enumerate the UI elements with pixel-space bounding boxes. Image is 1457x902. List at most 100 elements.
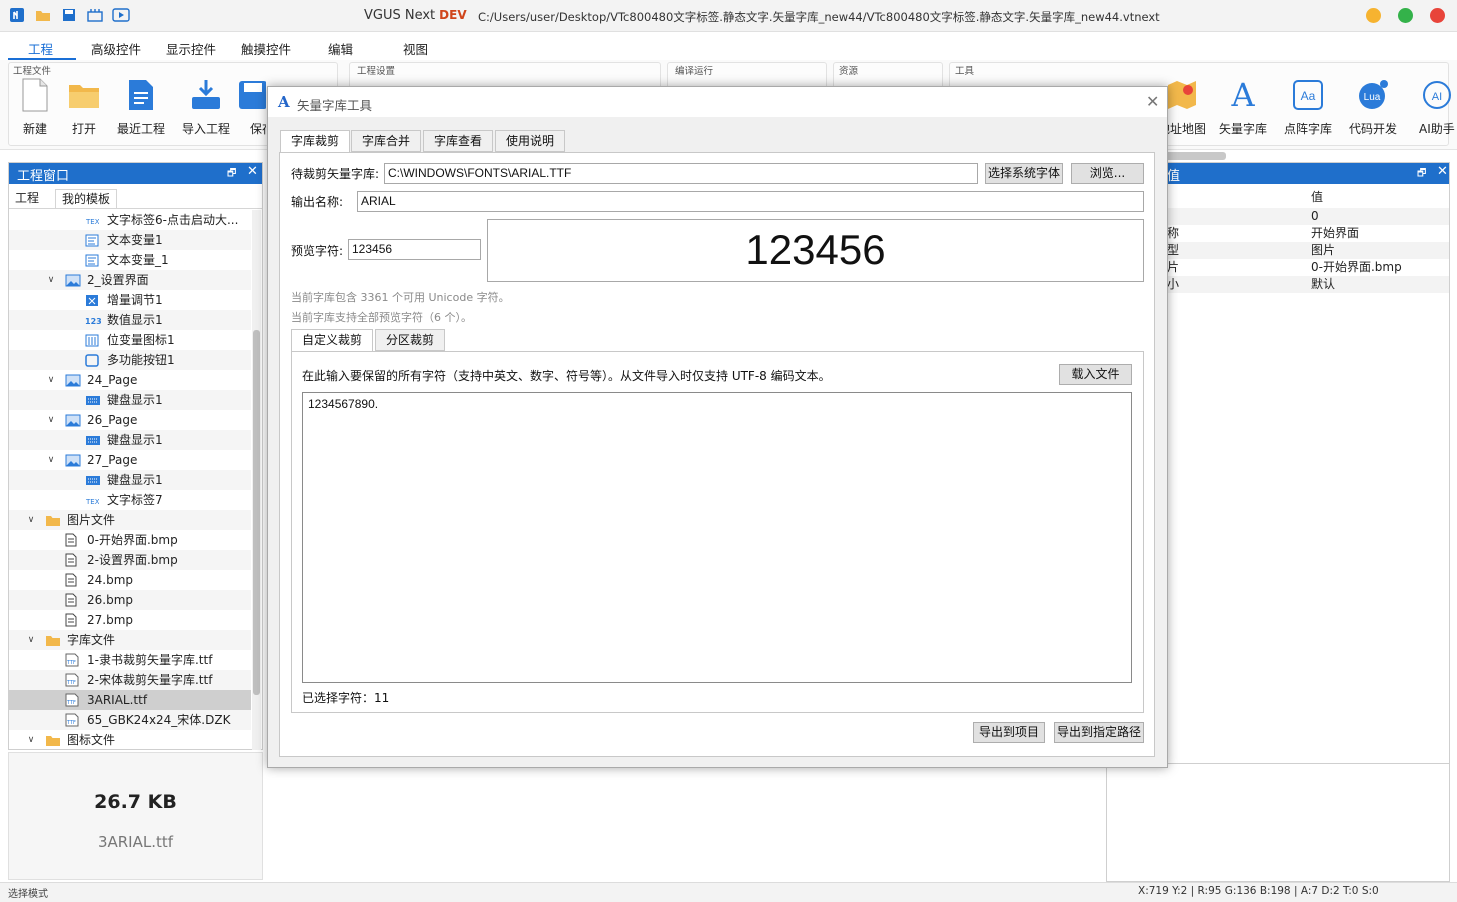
export-to-path-button[interactable]: 导出到指定路径 bbox=[1054, 722, 1144, 743]
tree-item[interactable]: ∨ 图标文件 bbox=[9, 730, 251, 750]
tree-item[interactable]: ∨ 27_Page bbox=[9, 450, 251, 470]
chevron-down-icon[interactable]: ∨ bbox=[45, 270, 57, 290]
load-file-button[interactable]: 载入文件 bbox=[1059, 364, 1132, 385]
dialog-tabs: 字库裁剪 字库合并 字库查看 使用说明 bbox=[280, 130, 580, 153]
tab-font-crop[interactable]: 字库裁剪 bbox=[280, 130, 351, 153]
open-folder-icon[interactable] bbox=[34, 7, 52, 23]
tab-font-merge[interactable]: 字库合并 bbox=[351, 130, 422, 152]
file-name: 3ARIAL.ttf bbox=[97, 833, 174, 851]
tree-item[interactable]: TTF 1-隶书裁剪矢量字库.ttf bbox=[9, 650, 251, 670]
bitmap-font-button[interactable]: Aa 点阵字库 bbox=[1278, 78, 1338, 137]
tree-item-label: 1-隶书裁剪矢量字库.ttf bbox=[87, 653, 213, 667]
tree-item[interactable]: ∨ 26_Page bbox=[9, 410, 251, 430]
panel-close-icon[interactable]: ✕ bbox=[247, 164, 258, 179]
tab-usage[interactable]: 使用说明 bbox=[495, 130, 566, 152]
pin-icon[interactable]: 🗗 bbox=[1417, 166, 1426, 183]
tree-item-label: 键盘显示1 bbox=[107, 473, 163, 487]
property-key: 片 bbox=[1167, 260, 1180, 274]
menu-display-controls[interactable]: 显示控件 bbox=[166, 39, 216, 58]
tree-item[interactable]: TEXT 文字标签7 bbox=[9, 490, 251, 510]
font-file-icon: TTF bbox=[65, 693, 79, 707]
menu-view[interactable]: 视图 bbox=[403, 39, 428, 58]
tree-item[interactable]: TTF 2-宋体裁剪矢量字库.ttf bbox=[9, 670, 251, 690]
bit-icon bbox=[85, 333, 99, 347]
chevron-down-icon[interactable]: ∨ bbox=[25, 730, 37, 750]
tree-scrollbar[interactable] bbox=[252, 210, 261, 750]
new-file-icon bbox=[18, 78, 52, 112]
tree-item[interactable]: 键盘显示1 bbox=[9, 430, 251, 450]
svg-text:TTF: TTF bbox=[66, 700, 76, 706]
chevron-down-icon[interactable]: ∨ bbox=[45, 450, 57, 470]
save-project-button[interactable]: 保存 bbox=[236, 78, 266, 137]
vector-font-button[interactable]: A 矢量字库 bbox=[1213, 78, 1273, 137]
chars-textarea[interactable]: 1234567890. bbox=[302, 392, 1132, 683]
minimize-button[interactable] bbox=[1366, 8, 1381, 23]
open-button[interactable]: 打开 bbox=[54, 78, 114, 137]
export-to-project-button[interactable]: 导出到项目 bbox=[973, 722, 1045, 743]
tab-font-view[interactable]: 字库查看 bbox=[423, 130, 494, 152]
menu-edit[interactable]: 编辑 bbox=[328, 39, 353, 58]
tree-item[interactable]: ∨ 2_设置界面 bbox=[9, 270, 251, 290]
tree-item[interactable]: 26.bmp bbox=[9, 590, 251, 610]
pin-icon[interactable]: 🗗 bbox=[227, 166, 236, 183]
import-project-button[interactable]: 导入工程 bbox=[176, 78, 236, 137]
preview-chars-input[interactable]: 123456 bbox=[348, 239, 481, 260]
tree-item[interactable]: 增量调节1 bbox=[9, 290, 251, 310]
run-icon[interactable] bbox=[112, 7, 130, 23]
panel-close-icon[interactable]: ✕ bbox=[1437, 164, 1448, 179]
browse-button[interactable]: 浏览... bbox=[1071, 163, 1144, 184]
page-icon bbox=[65, 413, 81, 427]
ribbon-scroll-thumb[interactable] bbox=[1164, 152, 1226, 160]
tree-item[interactable]: 文本变量1 bbox=[9, 230, 251, 250]
map-icon bbox=[1165, 78, 1199, 112]
tree-item[interactable]: 24.bmp bbox=[9, 570, 251, 590]
tree-item-label: 2_设置界面 bbox=[87, 273, 149, 287]
tree-item[interactable]: 键盘显示1 bbox=[9, 390, 251, 410]
page-icon bbox=[65, 453, 81, 467]
tree-scroll-thumb[interactable] bbox=[253, 330, 260, 695]
tree-item[interactable]: 123 数值显示1 bbox=[9, 310, 251, 330]
chevron-down-icon[interactable]: ∨ bbox=[25, 510, 37, 530]
chevron-down-icon[interactable]: ∨ bbox=[45, 410, 57, 430]
tree-item[interactable]: ∨ 字库文件 bbox=[9, 630, 251, 650]
menu-advanced-controls[interactable]: 高级控件 bbox=[91, 39, 141, 58]
maximize-button[interactable] bbox=[1398, 8, 1413, 23]
svg-text:TTF: TTF bbox=[66, 660, 76, 666]
property-key: 称 bbox=[1167, 226, 1180, 240]
tree-item[interactable]: 键盘显示1 bbox=[9, 470, 251, 490]
save-icon[interactable] bbox=[60, 7, 78, 23]
tab-my-templates[interactable]: 我的模板 bbox=[55, 189, 118, 208]
tree-item[interactable]: TTF 3ARIAL.ttf bbox=[9, 690, 251, 710]
select-system-font-button[interactable]: 选择系统字体 bbox=[985, 163, 1063, 184]
file-icon bbox=[65, 593, 79, 607]
app-logo-icon[interactable] bbox=[8, 7, 26, 23]
menu-touch-controls[interactable]: 触摸控件 bbox=[241, 39, 291, 58]
source-font-input[interactable]: C:\WINDOWS\FONTS\ARIAL.TTF bbox=[384, 163, 978, 184]
tree-item[interactable]: 27.bmp bbox=[9, 610, 251, 630]
tree-item[interactable]: TEXT 文字标签6-点击启动大... bbox=[9, 210, 251, 230]
chevron-down-icon[interactable]: ∨ bbox=[25, 630, 37, 650]
ai-assistant-button[interactable]: AI AI助手 bbox=[1408, 78, 1457, 137]
tab-project[interactable]: 工程 bbox=[9, 189, 45, 208]
tree-item[interactable]: 文本变量_1 bbox=[9, 250, 251, 270]
close-window-button[interactable] bbox=[1430, 8, 1445, 23]
tree-item[interactable]: ∨ 24_Page bbox=[9, 370, 251, 390]
build-icon[interactable] bbox=[86, 7, 104, 23]
recent-projects-button[interactable]: 最近工程 bbox=[111, 78, 171, 137]
tree-item[interactable]: 0-开始界面.bmp bbox=[9, 530, 251, 550]
tree-item[interactable]: 位变量图标1 bbox=[9, 330, 251, 350]
tab-custom-crop[interactable]: 自定义裁剪 bbox=[291, 329, 374, 352]
tab-range-crop[interactable]: 分区裁剪 bbox=[375, 329, 446, 351]
tree-item[interactable]: 多功能按钮1 bbox=[9, 350, 251, 370]
code-dev-button[interactable]: Lua 代码开发 bbox=[1343, 78, 1403, 137]
output-name-input[interactable]: ARIAL bbox=[357, 191, 1144, 212]
properties-header-text: 值 bbox=[1167, 169, 1181, 184]
chevron-down-icon[interactable]: ∨ bbox=[45, 370, 57, 390]
tree-item[interactable]: TTF 65_GBK24x24_宋体.DZK bbox=[9, 710, 251, 730]
menu-project[interactable]: 工程 bbox=[28, 39, 53, 58]
property-value: 图片 bbox=[1311, 243, 1336, 257]
dialog-close-icon[interactable]: ✕ bbox=[1146, 92, 1159, 111]
tree-item[interactable]: 2-设置界面.bmp bbox=[9, 550, 251, 570]
tree-item[interactable]: ∨ 图片文件 bbox=[9, 510, 251, 530]
tree-item-label: 26.bmp bbox=[87, 593, 134, 607]
